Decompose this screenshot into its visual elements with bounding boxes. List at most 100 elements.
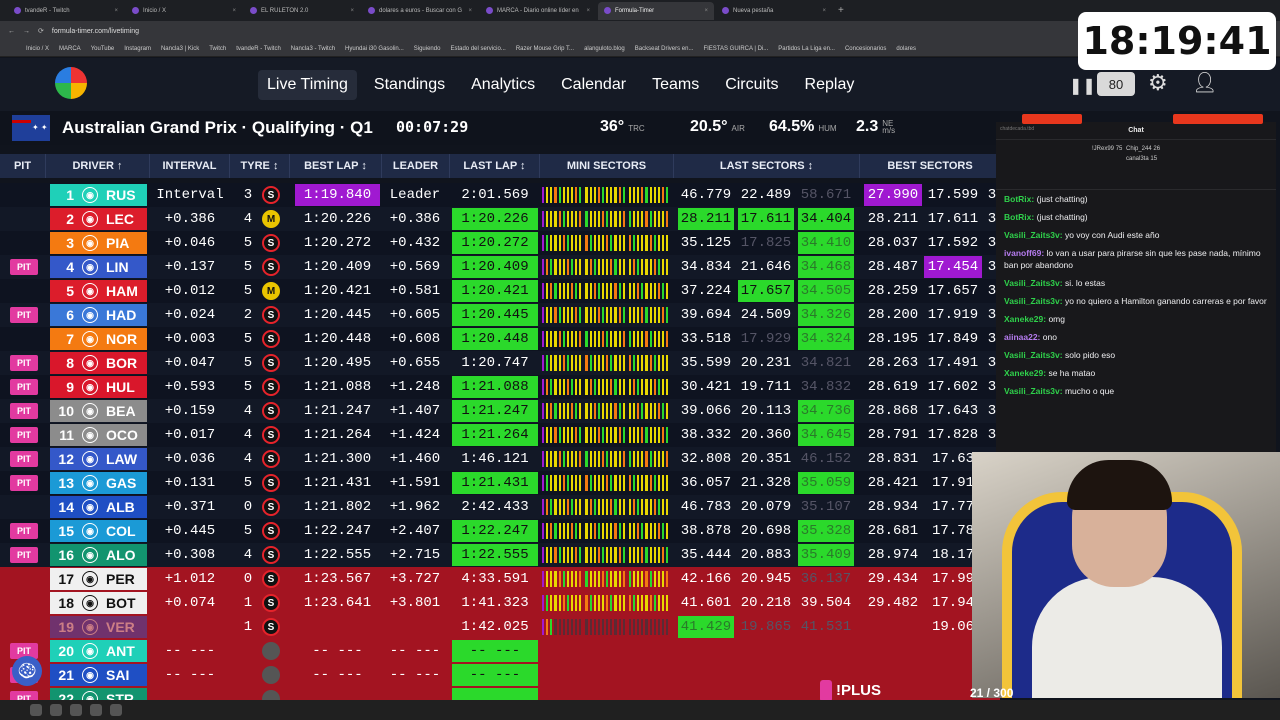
table-row[interactable]: PIT 11 ◉ OCO +0.017 4 S 1:21.264 +1.424 1:21.264 3… [0,423,1000,447]
close-icon[interactable]: × [232,8,236,14]
driver-cell[interactable]: 1 ◉ RUS [50,184,147,206]
table-row[interactable]: PIT 15 ◉ COL +0.445 5 S 1:22.247 +2.407 1:22.247 3… [0,519,1000,543]
bookmark-item[interactable]: Concesionarios [845,46,886,52]
browser-tab[interactable]: MARCA - Diario online líder en × [480,2,596,20]
bookmark-item[interactable]: Twitch [209,46,226,52]
nav-analytics[interactable]: Analytics [462,70,544,100]
user-icon[interactable]: 👤︎ [1192,70,1217,95]
bookmark-item[interactable]: Siguiendo [414,46,441,52]
table-row[interactable]: PIT 8 ◉ BOR +0.047 5 S 1:20.495 +0.655 1:20.747 35… [0,351,1000,375]
col-tyre[interactable]: TYRE ↕ [230,154,290,178]
table-row[interactable]: 17 ◉ PER +1.012 0 S 1:23.567 +3.727 4:33.591 42.1… [0,567,1000,591]
bookmark-item[interactable]: alanguloto.blog [584,46,625,52]
driver-cell[interactable]: 16 ◉ ALO [50,544,147,566]
driver-cell[interactable]: 2 ◉ LEC [50,208,147,230]
browser-tab[interactable]: Inicio / X × [126,2,242,20]
driver-cell[interactable]: 15 ◉ COL [50,520,147,542]
driver-cell[interactable]: 14 ◉ ALB [50,496,147,518]
nav-circuits[interactable]: Circuits [716,70,787,100]
chat-red-button-2[interactable] [1173,114,1263,124]
nav-standings[interactable]: Standings [365,70,454,100]
browser-tab[interactable]: tvandeR - Twitch × [8,2,124,20]
close-icon[interactable]: × [822,8,826,14]
table-row[interactable]: 2 ◉ LEC +0.386 4 M 1:20.226 +0.386 1:20.226 28.21… [0,207,1000,231]
bookmark-item[interactable]: MARCA [59,46,81,52]
nav-teams[interactable]: Teams [643,70,708,100]
bookmark-item[interactable]: YouTube [91,46,115,52]
new-tab-icon[interactable]: + [838,5,844,16]
close-icon[interactable]: × [350,8,354,14]
bookmark-item[interactable]: Hyundai i30 Gasolin... [345,46,404,52]
col-last-sectors[interactable]: LAST SECTORS ↕ [674,154,860,178]
close-icon[interactable]: × [704,8,708,14]
table-row[interactable]: PIT 16 ◉ ALO +0.308 4 S 1:22.555 +2.715 1:22.555 3… [0,543,1000,567]
driver-cell[interactable]: 18 ◉ BOT [50,592,147,614]
bookmark-item[interactable]: Backseat Drivers en... [635,46,694,52]
close-icon[interactable]: × [586,8,590,14]
driver-cell[interactable]: 4 ◉ LIN [50,256,147,278]
reload-icon[interactable]: ⟳ [38,27,44,35]
table-row[interactable]: PIT 13 ◉ GAS +0.131 5 S 1:21.431 +1.591 1:21.431 3… [0,471,1000,495]
driver-cell[interactable]: 20 ◉ ANT [50,640,147,662]
table-row[interactable]: 18 ◉ BOT +0.074 1 S 1:23.641 +3.801 1:41.323 41.6… [0,591,1000,615]
chrome-taskbar-icon[interactable] [30,704,42,716]
table-row[interactable]: PIT 4 ◉ LIN +0.137 5 S 1:20.409 +0.569 1:20.409 34… [0,255,1000,279]
bookmark-item[interactable]: tvandeR - Twitch [236,46,281,52]
table-row[interactable]: PIT 6 ◉ HAD +0.024 2 S 1:20.445 +0.605 1:20.445 39… [0,303,1000,327]
app-taskbar-icon[interactable] [90,704,102,716]
driver-cell[interactable]: 8 ◉ BOR [50,352,147,374]
driver-cell[interactable]: 7 ◉ NOR [50,328,147,350]
browser-tab[interactable]: dolares a euros - Buscar con G × [362,2,478,20]
col-last-lap[interactable]: LAST LAP ↕ [450,154,540,178]
table-row[interactable]: PIT 10 ◉ BEA +0.159 4 S 1:21.247 +1.407 1:21.247 3… [0,399,1000,423]
bookmark-item[interactable]: Razer Mouse Grip T... [516,46,574,52]
driver-cell[interactable]: 12 ◉ LAW [50,448,147,470]
url-text[interactable]: formula-timer.com/livetiming [52,28,139,35]
speed-value[interactable]: 80 [1097,72,1135,96]
forward-icon[interactable]: → [23,28,30,35]
driver-cell[interactable]: 17 ◉ PER [50,568,147,590]
table-row[interactable]: PIT 9 ◉ HUL +0.593 5 S 1:21.088 +1.248 1:21.088 30… [0,375,1000,399]
driver-cell[interactable]: 11 ◉ OCO [50,424,147,446]
chat-red-button[interactable] [1022,114,1082,124]
table-row[interactable]: PIT 20 ◉ ANT -- --- -- --- -- --- -- --- [0,639,1000,663]
browser-tab[interactable]: EL RULETON 2.0 × [244,2,360,20]
table-row[interactable]: 7 ◉ NOR +0.003 5 S 1:20.448 +0.608 1:20.448 33.51… [0,327,1000,351]
bookmark-item[interactable]: Nancla3 - Twitch [291,46,335,52]
cookie-icon[interactable]: 🍪︎ [12,656,42,686]
nav-replay[interactable]: Replay [796,70,864,100]
nav-calendar[interactable]: Calendar [552,70,635,100]
browser-tab[interactable]: Nueva pestaña × [716,2,832,20]
close-icon[interactable]: × [468,8,472,14]
driver-cell[interactable]: 21 ◉ SAI [50,664,147,686]
bookmark-item[interactable]: dolares [896,46,916,52]
driver-cell[interactable]: 10 ◉ BEA [50,400,147,422]
bookmark-item[interactable]: Instagram [124,46,151,52]
table-row[interactable]: 19 ◉ VER 1 S 1:42.025 41.429 19.865 41.531 19.06 [0,615,1000,639]
bookmark-item[interactable]: Nancla3 | Kick [161,46,199,52]
pause-icon[interactable]: ❚❚ [1069,76,1096,96]
app-taskbar-icon[interactable] [110,704,122,716]
back-icon[interactable]: ← [8,28,15,35]
table-row[interactable]: 14 ◉ ALB +0.371 0 S 1:21.802 +1.962 2:42.433 46.7… [0,495,1000,519]
col-driver[interactable]: DRIVER ↑ [46,154,150,178]
driver-cell[interactable]: 5 ◉ HAM [50,280,147,302]
table-row[interactable]: PIT 12 ◉ LAW +0.036 4 S 1:21.300 +1.460 1:46.121 3… [0,447,1000,471]
table-row[interactable]: 1 ◉ RUS Interval 3 S 1:19.840 Leader 2:01.569 46.… [0,183,1000,207]
driver-cell[interactable]: 3 ◉ PIA [50,232,147,254]
nav-live-timing[interactable]: Live Timing [258,70,357,100]
driver-cell[interactable]: 19 ◉ VER [50,616,147,638]
bookmark-item[interactable]: Partidos La Liga en... [778,46,835,52]
browser-tab[interactable]: Formula-Timer × [598,1,714,20]
gear-icon[interactable]: ⚙ [1148,70,1168,96]
chat-search[interactable]: chatdecada.tbd [1000,126,1070,134]
bookmark-item[interactable]: Inicio / X [26,46,49,52]
close-icon[interactable]: × [114,8,118,14]
app-taskbar-icon[interactable] [50,704,62,716]
app-taskbar-icon[interactable] [70,704,82,716]
col-best-sectors[interactable]: BEST SECTORS [860,154,1000,178]
driver-cell[interactable]: 9 ◉ HUL [50,376,147,398]
bookmark-item[interactable]: FIESTAS GUIRCA | Di... [703,46,768,52]
col-best-lap[interactable]: BEST LAP ↕ [290,154,382,178]
table-row[interactable]: 5 ◉ HAM +0.012 5 M 1:20.421 +0.581 1:20.421 37.22… [0,279,1000,303]
